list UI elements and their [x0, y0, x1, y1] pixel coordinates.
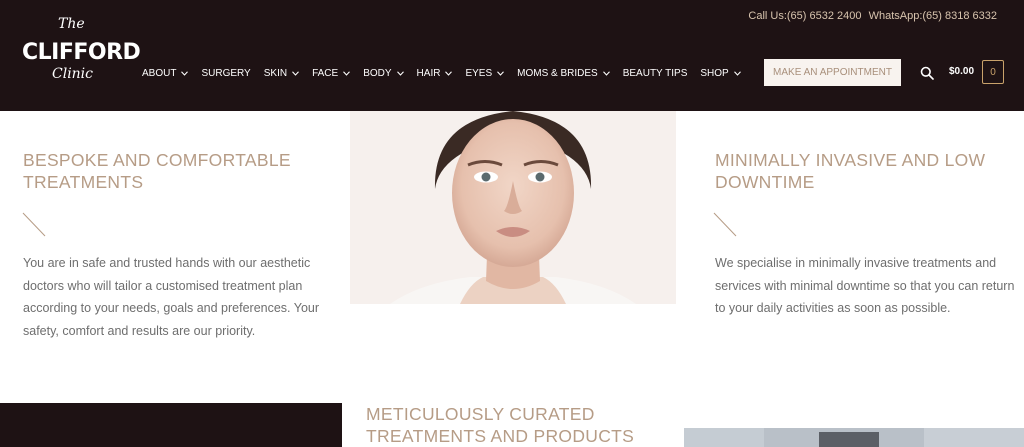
woman-portrait-image: [350, 111, 676, 304]
divider-line-icon: [22, 212, 46, 237]
chevron-down-icon: [181, 69, 189, 78]
nav-item-label: ABOUT: [142, 67, 177, 79]
search-icon[interactable]: [920, 66, 934, 80]
chevron-down-icon: [343, 69, 351, 78]
chevron-down-icon: [445, 69, 453, 78]
nav-item-label: EYES: [465, 67, 493, 79]
contact-info: Call Us:(65) 6532 2400 WhatsApp:(65) 831…: [744, 10, 997, 22]
nav-item-moms-brides[interactable]: MOMS & BRIDES: [517, 68, 610, 79]
nav-item-surgery[interactable]: SURGERY: [201, 68, 250, 79]
nav-item-label: FACE: [312, 67, 339, 79]
make-appointment-button[interactable]: MAKE AN APPOINTMENT: [764, 59, 901, 86]
cart-count: 0: [990, 66, 996, 78]
chevron-down-icon: [292, 69, 299, 78]
dark-image-block: [0, 403, 342, 447]
main-nav: ABOUT SURGERY SKIN FACE BODY HAIR EYES MOMS & B…: [142, 66, 754, 80]
call-us-link[interactable]: Call Us:(65) 6532 2400: [748, 10, 861, 22]
nav-item-face[interactable]: FACE: [312, 67, 351, 79]
nav-item-label: SHOP: [700, 67, 729, 79]
chevron-down-icon: [396, 69, 404, 78]
feature-text-bespoke: You are in safe and trusted hands with o…: [23, 256, 320, 338]
nav-item-label: MOMS & BRIDES: [517, 67, 598, 79]
nav-item-label: BODY: [363, 67, 392, 79]
chevron-down-icon: [497, 69, 505, 78]
nav-item-hair[interactable]: HAIR: [417, 68, 453, 79]
nav-item-label: SKIN: [263, 67, 288, 79]
nav-item-skin[interactable]: SKIN: [264, 68, 299, 79]
divider-line-icon: [713, 212, 737, 237]
logo-the: The: [58, 16, 85, 32]
nav-item-beauty-tips[interactable]: BEAUTY TIPS: [623, 68, 688, 79]
feature-heading-minimally-invasive: MINIMALLY INVASIVE AND LOW DOWNTIME: [715, 150, 986, 192]
logo-clinic: Clinic: [52, 66, 94, 82]
nav-item-label: SURGERY: [201, 67, 251, 79]
nav-item-shop[interactable]: SHOP: [700, 67, 741, 79]
clifford-clinic-logo[interactable]: The CLIFFORD Clinic: [22, 16, 141, 92]
chevron-down-icon: [733, 69, 741, 78]
nav-item-label: HAIR: [416, 67, 441, 79]
cart-total[interactable]: $0.00: [949, 66, 974, 77]
product-image: [684, 428, 1024, 447]
nav-item-body[interactable]: BODY: [363, 67, 404, 79]
feature-heading-curated: METICULOUSLY CURATED TREATMENTS AND PROD…: [366, 404, 635, 446]
logo-name: CLIFFORD: [22, 40, 141, 65]
site-header: The CLIFFORD Clinic Call Us:(65) 6532 24…: [0, 0, 1024, 111]
cart-icon[interactable]: 0: [982, 60, 1004, 84]
nav-item-eyes[interactable]: EYES: [465, 67, 505, 79]
nav-item-label: BEAUTY TIPS: [622, 67, 688, 79]
chevron-down-icon: [602, 69, 610, 78]
nav-item-about[interactable]: ABOUT: [142, 67, 189, 79]
feature-text-minimally-invasive: We specialise in minimally invasive trea…: [715, 256, 1015, 315]
whatsapp-link[interactable]: WhatsApp:(65) 8318 6332: [869, 10, 997, 22]
feature-heading-bespoke: BESPOKE AND COMFORTABLE TREATMENTS: [23, 150, 291, 192]
